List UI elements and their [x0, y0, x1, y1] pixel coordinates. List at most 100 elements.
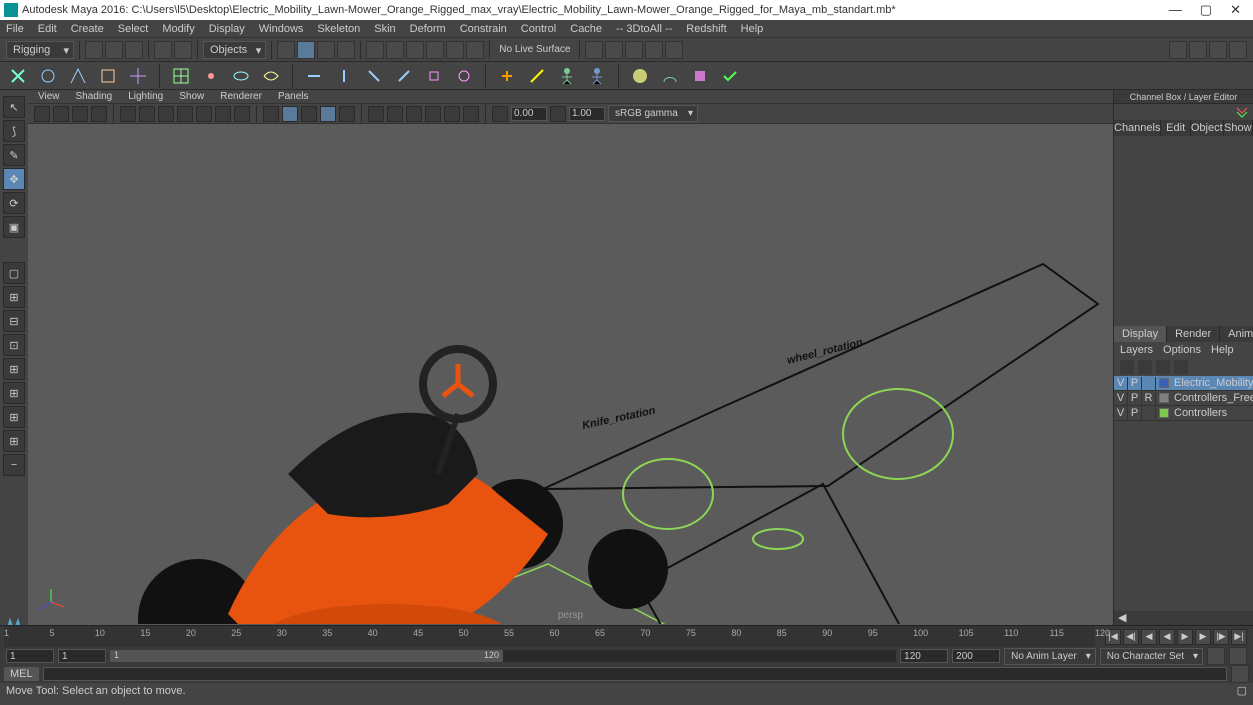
channel-tab-edit[interactable]: Edit [1161, 120, 1190, 136]
move-tool[interactable]: ✥ [3, 168, 25, 190]
vp-isolate[interactable] [368, 106, 384, 122]
shelf-joint-icon[interactable] [36, 64, 60, 88]
menu-display[interactable]: Display [209, 23, 245, 35]
layer-color[interactable] [1159, 378, 1169, 388]
character-set-dropdown[interactable]: No Character Set [1100, 648, 1203, 665]
vp-safe-title[interactable] [234, 106, 250, 122]
shelf-paint3-icon[interactable] [688, 64, 712, 88]
open-scene-button[interactable] [105, 41, 123, 59]
layer-vis[interactable]: V [1114, 407, 1128, 420]
lasso-tool[interactable]: ⟆ [3, 120, 25, 142]
layer-new-selected[interactable] [1174, 360, 1188, 374]
history-off-button[interactable] [386, 41, 404, 59]
time-ruler[interactable]: 1510152025303540455055606570758085909510… [4, 626, 1095, 647]
shelf-human-icon[interactable] [555, 64, 579, 88]
layer-ref[interactable] [1142, 377, 1156, 390]
step-forward-button[interactable]: ▶ [1195, 629, 1211, 645]
vp-wireframe[interactable] [263, 106, 279, 122]
shelf-constraint1-icon[interactable] [302, 64, 326, 88]
layer-menu-options[interactable]: Options [1163, 344, 1201, 356]
vp-gate-mask[interactable] [177, 106, 193, 122]
anim-layer-dropdown[interactable]: No Anim Layer [1004, 648, 1096, 665]
shelf-paint2-icon[interactable] [658, 64, 682, 88]
prefs-button[interactable] [1229, 647, 1247, 665]
layer-tab-anim[interactable]: Anim [1220, 326, 1253, 342]
layer-play[interactable]: P [1128, 377, 1142, 390]
layer-menu-layers[interactable]: Layers [1120, 344, 1153, 356]
viewport[interactable]: Knife_rotation wheel_rotation persp [28, 124, 1113, 625]
vp-lights[interactable] [320, 106, 336, 122]
vp-bookmark[interactable] [72, 106, 88, 122]
vp-colorspace[interactable]: sRGB gamma [608, 105, 698, 122]
vp-xray-joints[interactable] [406, 106, 422, 122]
layout-add[interactable]: − [3, 454, 25, 476]
shelf-wrap-icon[interactable] [229, 64, 253, 88]
vp-aa[interactable] [463, 106, 479, 122]
layer-row[interactable]: VPControllers [1114, 406, 1253, 421]
menu-redshift[interactable]: Redshift [686, 23, 726, 35]
panel-layout-2-button[interactable] [1189, 41, 1207, 59]
range-end-input[interactable] [952, 649, 1000, 663]
history-opt3-button[interactable] [466, 41, 484, 59]
step-back-key-button[interactable]: ◀| [1123, 629, 1139, 645]
shelf-cluster-icon[interactable] [199, 64, 223, 88]
vp-resolution-gate[interactable] [158, 106, 174, 122]
vp-shadows[interactable] [339, 106, 355, 122]
panel-menu-shading[interactable]: Shading [76, 91, 113, 102]
layout-custom1[interactable]: ⊞ [3, 382, 25, 404]
history-button[interactable] [366, 41, 384, 59]
shelf-blend-icon[interactable] [259, 64, 283, 88]
vp-shaded[interactable] [282, 106, 298, 122]
history-toggle-button[interactable] [406, 41, 424, 59]
history-opt-button[interactable] [426, 41, 444, 59]
paint-select-tool[interactable]: ✎ [3, 144, 25, 166]
vp-ao[interactable] [425, 106, 441, 122]
layer-new-empty[interactable] [1156, 360, 1170, 374]
menu-help[interactable]: Help [741, 23, 764, 35]
close-button[interactable]: ✕ [1230, 2, 1241, 18]
range-start-input[interactable] [6, 649, 54, 663]
shelf-paint1-icon[interactable] [628, 64, 652, 88]
layer-ref[interactable] [1142, 407, 1156, 420]
playback-end-input[interactable] [900, 649, 948, 663]
menu-edit[interactable]: Edit [38, 23, 57, 35]
panel-menu-show[interactable]: Show [179, 91, 204, 102]
batch-render-button[interactable] [665, 41, 683, 59]
layer-color[interactable] [1159, 408, 1169, 418]
channel-tab-object[interactable]: Object [1191, 120, 1224, 136]
auto-key-button[interactable] [1207, 647, 1225, 665]
save-scene-button[interactable] [125, 41, 143, 59]
shelf-constraint4-icon[interactable] [392, 64, 416, 88]
script-editor-button[interactable] [1231, 665, 1249, 683]
layout-custom3[interactable]: ⊞ [3, 430, 25, 452]
menu-skin[interactable]: Skin [374, 23, 395, 35]
shelf-bind-icon[interactable] [96, 64, 120, 88]
help-toggle-icon[interactable]: ▢ [1237, 683, 1247, 699]
layer-row[interactable]: VPRControllers_Freeze [1114, 391, 1253, 406]
menu-modify[interactable]: Modify [162, 23, 194, 35]
menu-constrain[interactable]: Constrain [460, 23, 507, 35]
module-selector[interactable]: Rigging [6, 41, 74, 59]
step-back-button[interactable]: ◀ [1141, 629, 1157, 645]
undo-button[interactable] [154, 41, 172, 59]
panel-layout-1-button[interactable] [1169, 41, 1187, 59]
vp-gamma-input[interactable] [569, 107, 605, 121]
rotate-tool[interactable]: ⟳ [3, 192, 25, 214]
layer-tab-display[interactable]: Display [1114, 326, 1167, 342]
timeline[interactable]: 1510152025303540455055606570758085909510… [0, 625, 1253, 647]
select-tool[interactable]: ↖ [3, 96, 25, 118]
panel-menu-view[interactable]: View [38, 91, 60, 102]
panel-menu-panels[interactable]: Panels [278, 91, 309, 102]
layer-move-down[interactable] [1138, 360, 1152, 374]
shelf-constraint6-icon[interactable] [452, 64, 476, 88]
layer-play[interactable]: P [1128, 407, 1142, 420]
play-back-button[interactable]: ◀ [1159, 629, 1175, 645]
panel-layout-3-button[interactable] [1209, 41, 1227, 59]
layout-custom2[interactable]: ⊞ [3, 406, 25, 428]
shelf-wand-icon[interactable] [525, 64, 549, 88]
panel-layout-4-button[interactable] [1229, 41, 1247, 59]
layer-color[interactable] [1159, 393, 1169, 403]
layer-vis[interactable]: V [1114, 392, 1128, 405]
vp-grid[interactable] [120, 106, 136, 122]
menu-control[interactable]: Control [521, 23, 556, 35]
